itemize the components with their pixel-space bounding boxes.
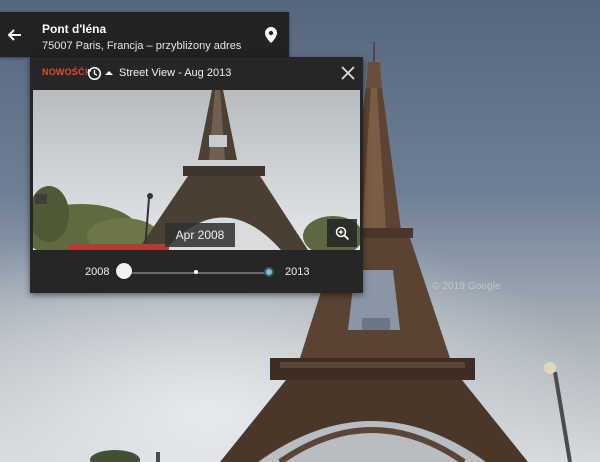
address-card: Pont d'Iéna 75007 Paris, Francja – przyb… — [0, 12, 289, 57]
start-year-label: 2008 — [85, 266, 110, 278]
timeline-current-marker[interactable] — [264, 267, 274, 277]
new-badge: NOWOŚĆ! — [42, 67, 88, 77]
zoom-in-icon — [335, 226, 349, 240]
timeline-slider-row: 2008 2013 — [30, 254, 363, 293]
timeline-handle[interactable] — [116, 263, 132, 279]
arrow-left-icon — [8, 28, 21, 41]
close-button[interactable] — [338, 63, 358, 83]
zoom-button[interactable] — [327, 219, 357, 247]
place-title: Pont d'Iéna — [42, 22, 107, 36]
caret-up-icon — [105, 71, 113, 75]
historical-preview[interactable]: Apr 2008 — [33, 90, 360, 250]
close-icon — [341, 66, 355, 80]
place-address: 75007 Paris, Francja – przybliżony adres — [42, 40, 242, 52]
panel-title: Street View - Aug 2013 — [119, 67, 232, 79]
history-button[interactable] — [87, 65, 115, 81]
panel-header: NOWOŚĆ! Street View - Aug 2013 — [30, 57, 363, 88]
end-year-label: 2013 — [285, 266, 310, 278]
timeline-tick — [194, 270, 198, 274]
street-view-canvas[interactable]: © 2019 Google Pont d'Iéna 75007 Paris, F… — [0, 0, 600, 462]
preview-date-label: Apr 2008 — [165, 223, 235, 247]
history-clock-icon — [87, 66, 102, 80]
time-machine-panel: NOWOŚĆ! Street View - Aug 2013 Apr 2008 … — [30, 57, 363, 293]
map-pin-icon — [264, 26, 277, 43]
google-watermark: © 2019 Google — [432, 281, 501, 292]
back-button[interactable] — [0, 12, 30, 57]
map-pin-button[interactable] — [252, 12, 289, 57]
